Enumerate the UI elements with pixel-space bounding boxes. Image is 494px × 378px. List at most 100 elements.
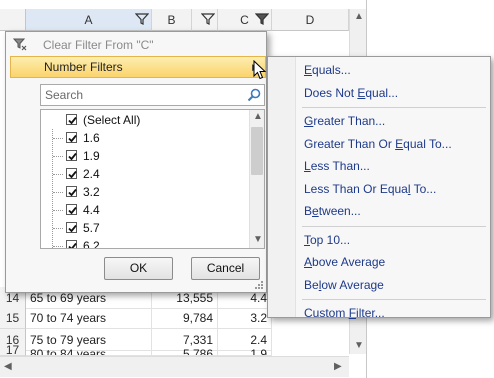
search-icon	[247, 88, 261, 102]
menu-item-above-average[interactable]: Above Average	[304, 252, 385, 272]
horizontal-scrollbar[interactable]: ◀ ▶	[0, 356, 349, 377]
column-header-label: A	[84, 13, 93, 27]
filter-icon[interactable]	[201, 12, 215, 26]
row-header[interactable]: 15	[0, 307, 26, 329]
table-cell[interactable]: 5,786	[152, 344, 218, 356]
checkbox[interactable]	[66, 150, 77, 161]
checkmark-icon	[68, 116, 77, 125]
list-item-label: (Select All)	[83, 113, 141, 127]
checkbox[interactable]	[66, 240, 77, 248]
table-cell[interactable]: 80 to 84 years	[26, 344, 152, 356]
column-header-label: B	[167, 13, 176, 27]
list-item[interactable]: 6.2	[41, 237, 246, 249]
checkbox[interactable]	[66, 132, 77, 143]
filter-dropdown: Clear Filter From "C" Number Filters ▶ (…	[5, 31, 267, 293]
checkbox[interactable]	[66, 168, 77, 179]
number-filters-label: Number Filters	[44, 60, 123, 74]
checkbox[interactable]	[66, 204, 77, 215]
checkbox[interactable]	[66, 114, 77, 125]
column-header-a[interactable]: A	[26, 9, 152, 31]
checkmark-icon	[68, 206, 77, 215]
tree-connector	[52, 165, 65, 184]
menu-item-greater-than[interactable]: Greater Than...	[304, 111, 385, 131]
checkmark-icon	[68, 134, 77, 143]
menu-item-below-average[interactable]: Below Average	[304, 275, 384, 295]
column-header-b-filter[interactable]	[192, 9, 218, 31]
checkmark-icon	[68, 224, 77, 233]
filter-active-icon[interactable]	[255, 12, 269, 26]
search-box[interactable]	[40, 84, 265, 106]
menu-item-top-10[interactable]: Top 10...	[304, 230, 350, 250]
table-cell[interactable]: 9,784	[152, 307, 218, 329]
tree-connector	[52, 201, 65, 220]
column-header-d[interactable]: D	[272, 9, 349, 31]
list-item-label: 1.9	[83, 149, 100, 163]
submenu-items: Equals... Does Not Equal... Greater Than..…	[268, 57, 490, 320]
menu-item-label: Greater Than...	[304, 114, 386, 128]
list-item-label: 4.4	[83, 203, 100, 217]
cancel-button[interactable]: Cancel	[191, 257, 260, 280]
list-item[interactable]: 2.4	[41, 165, 246, 184]
menu-item-label: Greater Than Or Equal To...	[304, 136, 452, 151]
table-cell[interactable]: 70 to 74 years	[26, 307, 152, 329]
menu-item-label: Custom Filter...	[304, 306, 385, 320]
number-filters-submenu: Equals... Does Not Equal... Greater Than..…	[267, 56, 491, 320]
ok-button[interactable]: OK	[104, 257, 173, 280]
scroll-down-icon[interactable]: ▼	[253, 234, 263, 245]
number-filters-item[interactable]: Number Filters ▶	[10, 56, 266, 78]
checkmark-icon	[68, 170, 77, 179]
menu-item-between[interactable]: Between...	[304, 201, 361, 221]
list-item-label: 6.2	[83, 239, 100, 249]
list-item-label: 5.7	[83, 221, 100, 235]
menu-item-equals[interactable]: Equals...	[304, 60, 351, 80]
tree-connector	[52, 129, 65, 148]
list-item[interactable]: 1.6	[41, 129, 246, 148]
row-header[interactable]: 17	[0, 344, 26, 356]
list-item-label: 3.2	[83, 185, 100, 199]
scroll-up-icon[interactable]: ▲	[354, 11, 364, 22]
menu-separator	[302, 107, 486, 108]
table-cell[interactable]: 1.9	[218, 344, 272, 356]
checkbox[interactable]	[66, 222, 77, 233]
scroll-right-icon[interactable]: ▶	[334, 361, 342, 372]
menu-item-label: Less Than...	[304, 159, 370, 173]
list-item[interactable]: 5.7	[41, 219, 246, 238]
menu-item-does-not-equal[interactable]: Does Not Equal...	[304, 83, 398, 103]
list-item[interactable]: 3.2	[41, 183, 246, 202]
menu-item-label: Top 10...	[304, 232, 351, 247]
tree-connector	[52, 147, 65, 166]
list-scroll-thumb[interactable]	[251, 127, 263, 175]
column-header-b[interactable]: B	[152, 9, 192, 31]
list-item[interactable]: (Select All)	[41, 111, 246, 130]
list-item-label: 2.4	[83, 167, 100, 181]
checkmark-icon	[68, 242, 77, 248]
table-cell[interactable]: 3.2	[218, 307, 272, 329]
menu-item-label: Above Average	[304, 255, 386, 269]
menu-item-less-than-or-equal-to[interactable]: Less Than Or Equal To...	[304, 179, 436, 199]
menu-separator	[302, 299, 486, 300]
menu-item-label: Does Not Equal...	[304, 85, 399, 100]
tree-connector	[52, 183, 65, 202]
filter-icon[interactable]	[135, 12, 149, 26]
menu-item-less-than[interactable]: Less Than...	[304, 156, 370, 176]
menu-item-custom-filter[interactable]: Custom Filter...	[304, 303, 385, 323]
checkbox[interactable]	[66, 186, 77, 197]
menu-separator	[302, 225, 486, 227]
filter-value-list: (Select All)1.61.92.43.24.45.76.26.5▲▼	[40, 109, 265, 249]
search-input[interactable]	[41, 85, 244, 105]
mouse-cursor-icon	[253, 60, 267, 80]
menu-item-label: Between...	[304, 204, 361, 218]
list-item[interactable]: 1.9	[41, 147, 246, 166]
clear-filter-item[interactable]: Clear Filter From "C"	[10, 34, 266, 56]
column-header-c[interactable]: C	[218, 9, 272, 31]
column-header-label: C	[240, 13, 249, 27]
menu-item-greater-than-or-equal-to[interactable]: Greater Than Or Equal To...	[304, 134, 452, 154]
select-all-corner[interactable]	[0, 9, 26, 31]
checkmark-icon	[68, 188, 77, 197]
tree-connector	[52, 237, 65, 248]
scroll-down-icon[interactable]: ▼	[354, 340, 364, 351]
resize-grip-icon[interactable]	[254, 280, 264, 290]
list-item[interactable]: 4.4	[41, 201, 246, 220]
scroll-up-icon[interactable]: ▲	[253, 111, 263, 122]
scroll-left-icon[interactable]: ◀	[4, 361, 12, 372]
